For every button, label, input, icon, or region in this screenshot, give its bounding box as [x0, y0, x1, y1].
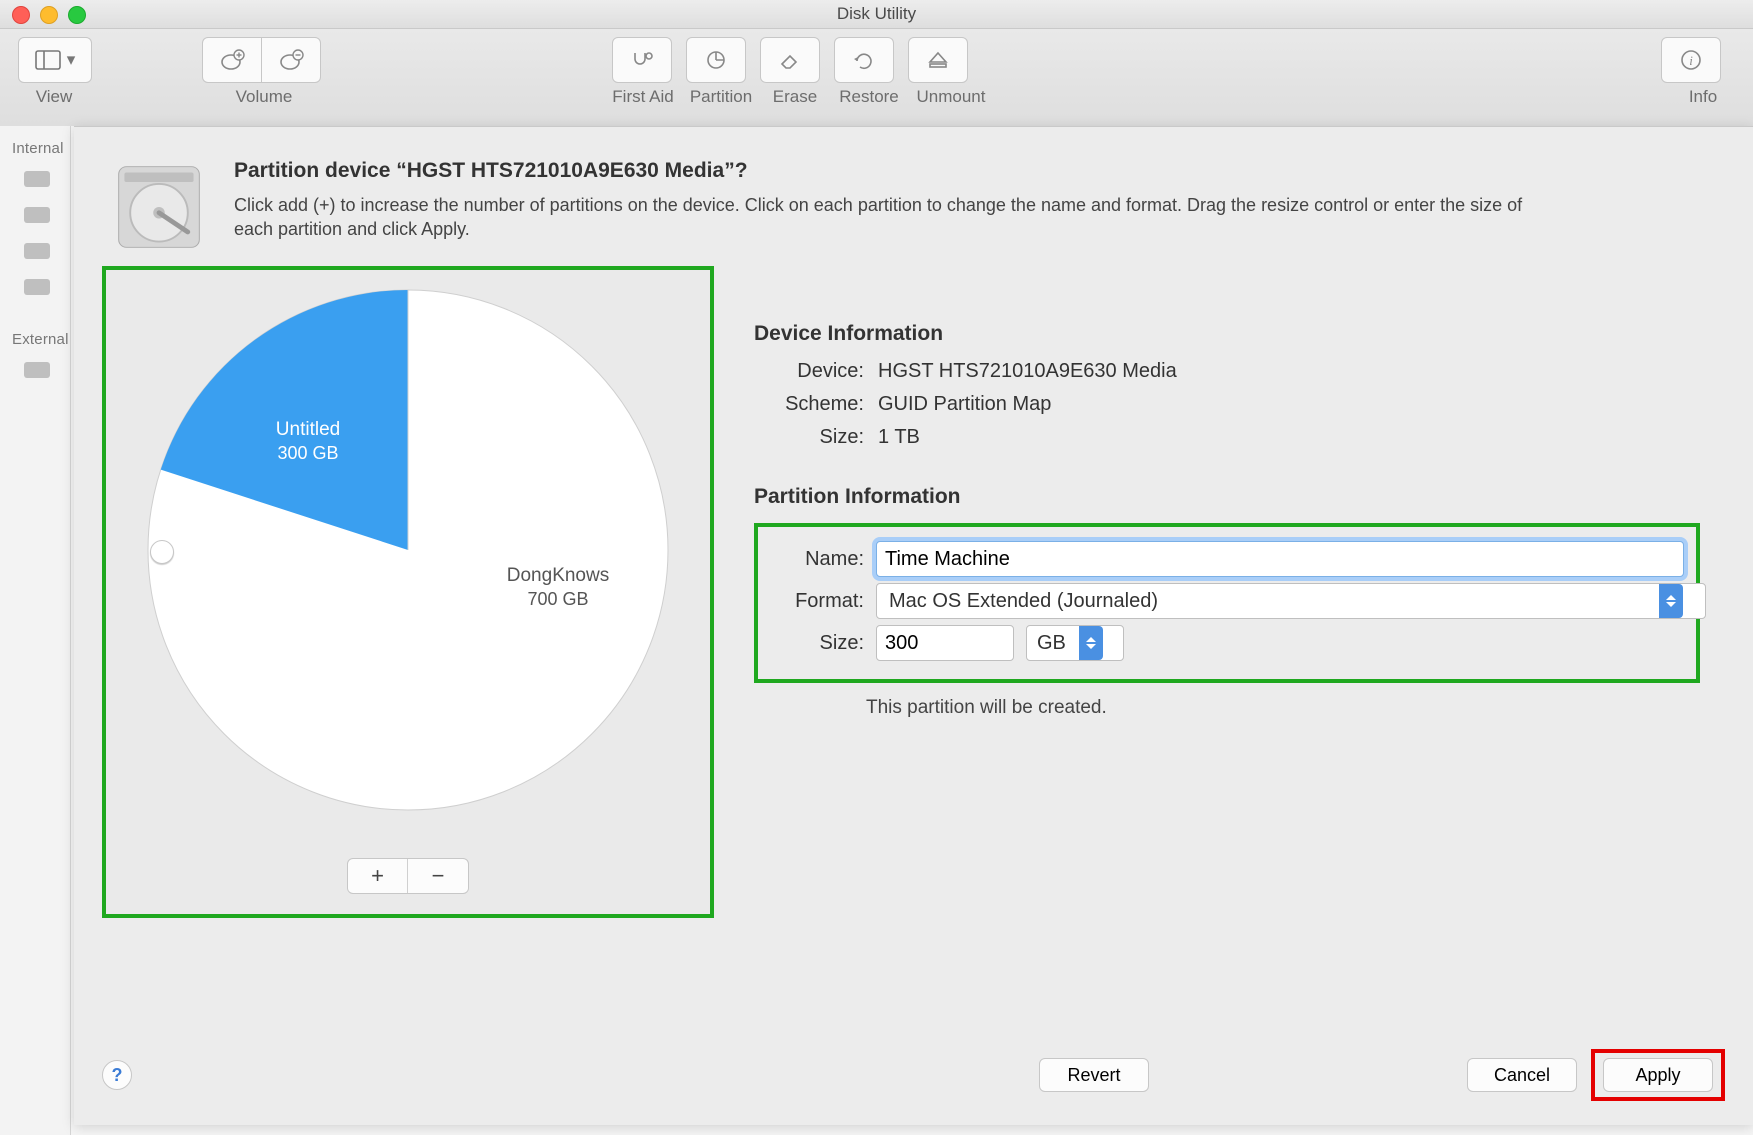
first-aid-label: First Aid [606, 87, 680, 107]
format-value: Mac OS Extended (Journaled) [876, 583, 1706, 619]
sidebar-item[interactable] [0, 269, 70, 305]
format-label: Format: [764, 590, 864, 613]
unmount-button[interactable] [908, 37, 968, 83]
device-value: HGST HTS721010A9E630 Media [878, 360, 1177, 383]
cancel-button[interactable]: Cancel [1467, 1058, 1577, 1092]
eject-icon [925, 49, 951, 71]
sidebar-item[interactable] [0, 352, 70, 388]
chevron-updown-icon [1659, 584, 1683, 618]
sidebar-item[interactable] [0, 197, 70, 233]
partition-plusminus: + − [347, 858, 469, 894]
drive-icon [24, 243, 50, 259]
partition-button[interactable] [686, 37, 746, 83]
partition-fields-box: Name: Format: Mac OS Extended (Journaled… [754, 523, 1700, 683]
pie-icon [703, 49, 729, 71]
chevron-updown-icon [1079, 626, 1103, 660]
window-title: Disk Utility [0, 4, 1753, 24]
toolbar: ▾ View Volume [0, 29, 1753, 128]
sidebar-header-external: External [0, 325, 70, 352]
size-label: Size: [764, 632, 864, 655]
first-aid-button[interactable] [612, 37, 672, 83]
device-size-label: Size: [754, 426, 864, 449]
drive-icon [24, 171, 50, 187]
device-info-header: Device Information [754, 322, 1725, 346]
resize-handle[interactable] [150, 540, 174, 564]
size-unit-select[interactable]: GB [1026, 625, 1104, 661]
restore-label: Restore [832, 87, 906, 107]
erase-button[interactable] [760, 37, 820, 83]
partition-name-input[interactable] [876, 541, 1684, 577]
drive-icon [24, 362, 50, 378]
sheet-body: Untitled 300 GB DongKnows 700 GB + − Dev… [74, 266, 1753, 918]
remove-partition-button[interactable]: − [408, 859, 468, 893]
eraser-icon [777, 49, 803, 71]
info-icon: i [1678, 49, 1704, 71]
drive-icon [24, 207, 50, 223]
scheme-value: GUID Partition Map [878, 393, 1051, 416]
apply-highlight: Apply [1591, 1049, 1725, 1101]
device-size-value: 1 TB [878, 426, 920, 449]
sheet-description: Click add (+) to increase the number of … [234, 193, 1534, 242]
sidebar: Internal External [0, 126, 71, 1135]
device-label: Device: [754, 360, 864, 383]
erase-label: Erase [764, 87, 826, 107]
partition-size-input[interactable] [876, 625, 1014, 661]
disk-minus-icon [278, 49, 304, 71]
apply-button[interactable]: Apply [1603, 1058, 1713, 1092]
volume-remove-button[interactable] [261, 37, 321, 83]
sidebar-item[interactable] [0, 161, 70, 197]
info-button[interactable]: i [1661, 37, 1721, 83]
sheet-footer: ? Revert Cancel Apply [74, 1049, 1753, 1101]
name-label: Name: [764, 548, 864, 571]
scheme-label: Scheme: [754, 393, 864, 416]
sheet-title: Partition device “HGST HTS721010A9E630 M… [234, 159, 1534, 183]
svg-text:i: i [1689, 53, 1693, 68]
disk-plus-icon [219, 49, 245, 71]
size-unit-value: GB [1026, 625, 1124, 661]
titlebar: Disk Utility [0, 0, 1753, 29]
stethoscope-icon [629, 49, 655, 71]
format-select[interactable]: Mac OS Extended (Journaled) [876, 583, 1684, 619]
drive-icon [24, 279, 50, 295]
sidebar-icon [35, 49, 61, 71]
restore-icon [851, 49, 877, 71]
view-button[interactable]: ▾ [18, 37, 92, 83]
unmount-label: Unmount [910, 87, 992, 107]
sheet-header: Partition device “HGST HTS721010A9E630 M… [74, 127, 1753, 266]
info-label: Info [1683, 87, 1723, 107]
partition-label: Partition [684, 87, 758, 107]
info-pane: Device Information Device: HGST HTS72101… [754, 266, 1725, 918]
partition-map-box: Untitled 300 GB DongKnows 700 GB + − [102, 266, 714, 918]
volume-add-button[interactable] [202, 37, 261, 83]
volume-label: Volume [224, 87, 304, 107]
restore-button[interactable] [834, 37, 894, 83]
help-button[interactable]: ? [102, 1060, 132, 1090]
add-partition-button[interactable]: + [348, 859, 408, 893]
disk-utility-window: Disk Utility ▾ View [0, 0, 1753, 1135]
chevron-down-icon: ▾ [67, 50, 76, 70]
revert-button[interactable]: Revert [1039, 1058, 1149, 1092]
partition-sheet: Partition device “HGST HTS721010A9E630 M… [74, 126, 1753, 1125]
status-note: This partition will be created. [866, 697, 1725, 719]
view-label: View [28, 87, 80, 107]
hard-drive-icon [104, 159, 214, 260]
sidebar-header-internal: Internal [0, 134, 70, 161]
partition-info-header: Partition Information [754, 485, 1725, 509]
sidebar-item[interactable] [0, 233, 70, 269]
partition-pie[interactable]: Untitled 300 GB DongKnows 700 GB [128, 270, 688, 830]
